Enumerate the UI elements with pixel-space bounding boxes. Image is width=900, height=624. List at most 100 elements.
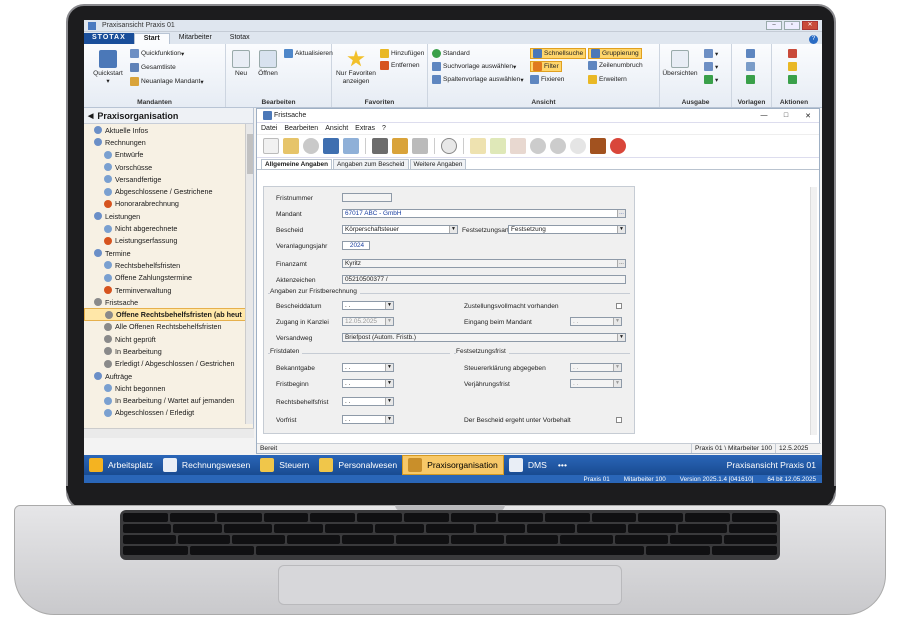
cancel-icon[interactable] <box>570 138 586 154</box>
menu-item[interactable]: ? <box>382 125 386 132</box>
chevron-down-icon[interactable]: ▼ <box>385 398 393 405</box>
chevron-down-icon[interactable]: ▼ <box>613 318 621 325</box>
festsetzungsart-select[interactable]: Festsetzung ▼ <box>508 225 626 234</box>
bescheid-select[interactable]: Körperschaftsteuer ▼ <box>342 225 458 234</box>
doc-minimize-button[interactable]: — <box>753 112 775 119</box>
gesamtliste-button[interactable]: Gesamtliste <box>130 63 176 72</box>
zugang-field[interactable]: 12.05.2025 ▼ <box>342 317 394 326</box>
zustellvollmacht-checkbox[interactable] <box>616 303 622 309</box>
save-icon[interactable] <box>323 138 339 154</box>
nav-item[interactable]: Terminverwaltung <box>84 284 253 296</box>
tab-stotax[interactable]: Stotax <box>221 33 259 44</box>
nav-item[interactable]: In Bearbeitung / Wartet auf jemanden <box>84 395 253 407</box>
nav-item[interactable]: Vorschüsse <box>84 161 253 173</box>
maximize-button[interactable]: ▫ <box>784 21 800 30</box>
delete-action-button[interactable] <box>788 49 799 58</box>
nav-item[interactable]: Aktuelle Infos <box>84 124 253 136</box>
gruppierung-button[interactable]: Gruppierung <box>588 48 642 59</box>
vorfrist-field[interactable]: . . ▼ <box>342 415 394 424</box>
module-rechnungswesen[interactable]: Rechnungswesen <box>158 455 255 475</box>
warning-icon[interactable] <box>303 138 319 154</box>
filter-button[interactable]: Filter <box>530 61 562 72</box>
vorlage-3-button[interactable] <box>746 75 757 84</box>
fristbeginn-field[interactable]: . . ▼ <box>342 379 394 388</box>
bekanntgabe-field[interactable]: . . ▼ <box>342 363 394 372</box>
finanzamt-ellipsis-button[interactable]: … <box>617 260 625 267</box>
fristnummer-field[interactable] <box>342 193 392 202</box>
module-personalwesen[interactable]: Personalwesen <box>314 455 402 475</box>
stopwatch-icon[interactable] <box>441 138 457 154</box>
nav-item[interactable]: Offene Rechtsbehelfsfristen (ab heut <box>84 308 253 321</box>
nav-item[interactable]: Nicht begonnen <box>84 382 253 394</box>
excel-button[interactable]: ▾ <box>704 75 718 84</box>
nav-item[interactable]: Aufträge <box>84 370 253 382</box>
tab-start[interactable]: Start <box>133 33 170 44</box>
help-icon[interactable] <box>610 138 626 154</box>
tab-weitere-angaben[interactable]: Weitere Angaben <box>409 159 467 169</box>
aktualisieren-button[interactable]: Aktualisieren <box>284 49 333 58</box>
more-modules-button[interactable]: ••• <box>552 460 573 470</box>
suchvorlage-button[interactable]: Suchvorlage auswählen ▾ <box>432 62 516 71</box>
quickstart-button[interactable]: Quickstart ▾ <box>88 50 128 86</box>
finanzamt-field[interactable]: Kyritz… <box>342 259 626 268</box>
rechtsbehelfsfrist-field[interactable]: . . ▼ <box>342 397 394 406</box>
verjaehrung-field[interactable]: . . ▼ <box>570 379 622 388</box>
print-button[interactable]: ▾ <box>704 49 718 58</box>
nav-item[interactable]: Honorarabrechnung <box>84 198 253 210</box>
nav-horizontal-scrollbar[interactable] <box>84 428 254 438</box>
chevron-down-icon[interactable]: ▼ <box>385 380 393 387</box>
nav-scroll-thumb[interactable] <box>247 134 253 174</box>
chevron-down-icon[interactable]: ▼ <box>385 416 393 423</box>
standard-button[interactable]: Standard <box>432 49 470 58</box>
nav-scrollbar[interactable] <box>245 124 253 424</box>
folder-icon[interactable] <box>283 138 299 154</box>
module-arbeitsplatz[interactable]: Arbeitsplatz <box>84 455 158 475</box>
veranlagungsjahr-field[interactable]: 2024 <box>342 241 370 250</box>
exit-door-icon[interactable] <box>590 138 606 154</box>
minimize-button[interactable]: – <box>766 21 782 30</box>
doc-scrollbar[interactable] <box>810 187 817 435</box>
printer-icon[interactable] <box>372 138 388 154</box>
chevron-down-icon[interactable]: ▼ <box>449 226 457 233</box>
chevron-down-icon[interactable]: ▼ <box>613 380 621 387</box>
mandant-field[interactable]: 67017 ABC - GmbH… <box>342 209 626 218</box>
uebersichten-button[interactable]: Übersichten <box>662 50 698 78</box>
collapse-arrow-icon[interactable]: ◀ <box>88 112 93 120</box>
export-button[interactable]: ▾ <box>704 62 718 71</box>
oeffnen-button[interactable]: Öffnen <box>254 50 282 78</box>
approve-icon[interactable] <box>530 138 546 154</box>
bescheiddatum-field[interactable]: . . ▼ <box>342 301 394 310</box>
steuererklaerung-field[interactable]: . . ▼ <box>570 363 622 372</box>
chevron-down-icon[interactable]: ▼ <box>617 334 625 341</box>
aktenzeichen-field[interactable]: 05210500377 / <box>342 275 626 284</box>
chevron-down-icon[interactable]: ▼ <box>385 318 393 325</box>
chevron-down-icon[interactable]: ▼ <box>617 226 625 233</box>
chevron-down-icon[interactable]: ▼ <box>385 364 393 371</box>
doc-maximize-button[interactable]: □ <box>775 112 797 119</box>
nav-item[interactable]: Leistungserfassung <box>84 235 253 247</box>
neuanlage-button[interactable]: Neuanlage Mandant ▾ <box>130 77 204 86</box>
nav-item[interactable]: Leistungen <box>84 210 253 222</box>
verify-icon[interactable] <box>550 138 566 154</box>
versandweg-select[interactable]: Briefpost (Autom. Fristb.) ▼ <box>342 333 626 342</box>
tab-allgemeine-angaben[interactable]: Allgemeine Angaben <box>261 159 332 169</box>
doc-check-icon[interactable] <box>490 138 506 154</box>
nav-item[interactable]: Nicht abgerechnete <box>84 222 253 234</box>
nav-item[interactable]: Entwürfe <box>84 149 253 161</box>
fax-icon[interactable] <box>412 138 428 154</box>
doc-close-button[interactable]: ✕ <box>797 112 819 120</box>
nav-item[interactable]: Fristsache <box>84 296 253 308</box>
chevron-down-icon[interactable]: ▼ <box>385 302 393 309</box>
complete-action-button[interactable] <box>788 75 799 84</box>
hinzufuegen-button[interactable]: Hinzufügen <box>380 49 424 58</box>
menu-item[interactable]: Extras <box>355 125 375 132</box>
mandant-ellipsis-button[interactable]: … <box>617 210 625 217</box>
erweitern-button[interactable]: Erweitern <box>588 75 627 84</box>
nav-item[interactable]: Nicht geprüft <box>84 333 253 345</box>
nav-item[interactable]: Abgeschlossene / Gestrichene <box>84 185 253 197</box>
tab-angaben-bescheid[interactable]: Angaben zum Bescheid <box>332 159 409 169</box>
nav-item[interactable]: Termine <box>84 247 253 259</box>
edit-action-button[interactable] <box>788 62 799 71</box>
doc-edit-icon[interactable] <box>470 138 486 154</box>
tab-mitarbeiter[interactable]: Mitarbeiter <box>170 33 221 44</box>
